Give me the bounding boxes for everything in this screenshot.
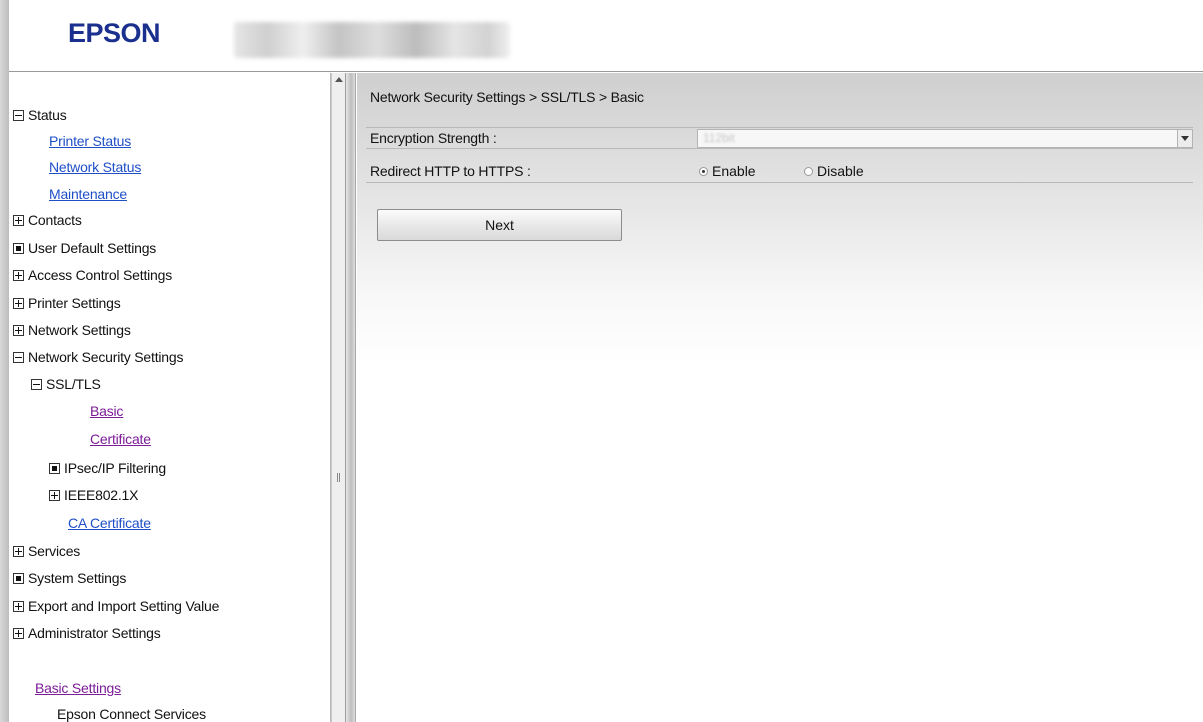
nav-ipsec-ip-filtering[interactable]: IPsec/IP Filtering (49, 459, 166, 477)
nav-access-control-settings[interactable]: Access Control Settings (13, 266, 172, 284)
enable-radio[interactable] (699, 167, 708, 176)
header-bar: EPSON (0, 0, 1203, 722)
plus-box-icon[interactable] (13, 601, 24, 612)
nav-system-settings[interactable]: System Settings (13, 569, 126, 587)
nav-user-default-settings[interactable]: User Default Settings (13, 239, 156, 257)
nav-network-security-settings[interactable]: Network Security Settings (13, 348, 183, 366)
enable-radio-option[interactable]: Enable (699, 163, 756, 179)
navigation-frame: Status Printer Status Network Status Mai… (9, 73, 331, 722)
scroll-up-arrow-icon[interactable] (335, 77, 343, 82)
plus-box-icon[interactable] (13, 628, 24, 639)
filled-box-icon[interactable] (13, 243, 24, 254)
nav-maintenance[interactable]: Maintenance (49, 185, 127, 203)
nav-ca-certificate[interactable]: CA Certificate (68, 514, 151, 532)
nav-basic-settings[interactable]: Basic Settings (35, 679, 121, 697)
disable-radio-option[interactable]: Disable (804, 163, 864, 179)
encryption-strength-value: 112bit (703, 131, 735, 145)
nav-contacts[interactable]: Contacts (13, 211, 82, 229)
redirect-https-label: Redirect HTTP to HTTPS : (370, 163, 531, 179)
plus-box-icon[interactable] (13, 270, 24, 281)
minus-box-icon[interactable] (13, 352, 24, 363)
plus-box-icon[interactable] (13, 546, 24, 557)
nav-basic[interactable]: Basic (90, 402, 123, 420)
nav-scrollbar[interactable] (331, 73, 346, 722)
model-name-blurred (234, 22, 510, 58)
plus-box-icon[interactable] (13, 298, 24, 309)
next-button[interactable]: Next (377, 209, 622, 241)
breadcrumb: Network Security Settings > SSL/TLS > Ba… (370, 89, 644, 105)
nav-export-import[interactable]: Export and Import Setting Value (13, 597, 219, 615)
nav-services[interactable]: Services (13, 542, 80, 560)
minus-box-icon[interactable] (31, 379, 42, 390)
plus-box-icon[interactable] (13, 215, 24, 226)
nav-certificate[interactable]: Certificate (90, 430, 151, 448)
nav-printer-status[interactable]: Printer Status (49, 132, 131, 150)
frame-divider[interactable] (346, 73, 356, 722)
nav-administrator-settings[interactable]: Administrator Settings (13, 624, 161, 642)
nav-network-status[interactable]: Network Status (49, 158, 141, 176)
epson-logo: EPSON (68, 18, 161, 48)
nav-epson-connect-services[interactable]: Epson Connect Services (57, 705, 206, 722)
redirect-https-row: Redirect HTTP to HTTPS : Enable Disable (366, 161, 1193, 183)
nav-ieee8021x[interactable]: IEEE802.1X (49, 486, 138, 504)
plus-box-icon[interactable] (13, 325, 24, 336)
nav-ssl-tls[interactable]: SSL/TLS (31, 375, 101, 393)
disable-radio[interactable] (804, 167, 813, 176)
nav-network-settings[interactable]: Network Settings (13, 321, 131, 339)
scroll-grip-icon[interactable] (337, 473, 340, 482)
main-content: Network Security Settings > SSL/TLS > Ba… (357, 73, 1203, 722)
encryption-strength-label: Encryption Strength : (370, 130, 497, 146)
plus-box-icon[interactable] (49, 490, 60, 501)
filled-box-icon[interactable] (13, 573, 24, 584)
encryption-strength-row: Encryption Strength : 112bit (366, 127, 1193, 149)
encryption-strength-select[interactable]: 112bit (697, 129, 1193, 148)
chevron-down-icon[interactable] (1177, 130, 1192, 147)
nav-printer-settings[interactable]: Printer Settings (13, 294, 121, 312)
minus-box-icon[interactable] (13, 110, 24, 121)
filled-box-icon[interactable] (49, 463, 60, 474)
nav-status[interactable]: Status (13, 106, 67, 124)
